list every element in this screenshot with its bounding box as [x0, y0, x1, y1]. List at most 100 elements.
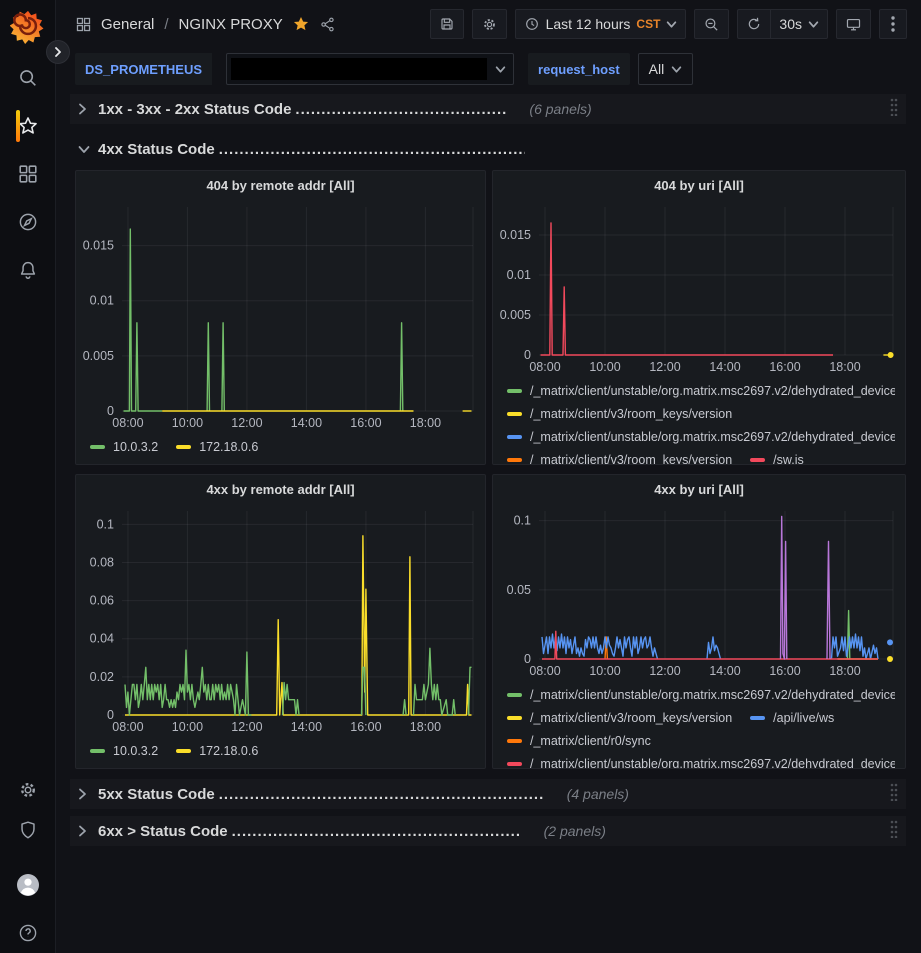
- time-picker-button[interactable]: Last 12 hours CST: [515, 9, 687, 39]
- legend-label: /_matrix/client/unstable/org.matrix.msc2…: [530, 384, 895, 398]
- sidebar-item-alerting[interactable]: [0, 250, 56, 290]
- row-panel-count: (4 panels): [567, 786, 629, 802]
- legend-item[interactable]: /_matrix/client/unstable/org.matrix.msc2…: [507, 430, 895, 444]
- time-series-chart[interactable]: 00.0050.010.01508:0010:0012:0014:0016:00…: [76, 199, 485, 433]
- sidebar-item-dashboards[interactable]: [0, 154, 56, 194]
- legend-item[interactable]: 10.0.3.2: [90, 440, 158, 454]
- legend-item[interactable]: 172.18.0.6: [176, 440, 258, 454]
- breadcrumb: General / NGINX PROXY: [75, 15, 336, 33]
- timezone-label: CST: [636, 17, 660, 31]
- svg-text:0.01: 0.01: [507, 268, 531, 282]
- refresh-interval-dropdown[interactable]: 30s: [770, 9, 828, 39]
- time-range-label: Last 12 hours: [546, 16, 631, 32]
- request-host-value: All: [649, 61, 665, 77]
- sidebar-item-explore[interactable]: [0, 202, 56, 242]
- kebab-menu-button[interactable]: [879, 9, 907, 39]
- legend-item[interactable]: /_matrix/client/unstable/org.matrix.msc2…: [507, 688, 895, 702]
- row-5xx[interactable]: 5xx Status Code ........................…: [70, 779, 906, 809]
- row-title-dots: ........................................…: [219, 786, 545, 803]
- panel-title[interactable]: 4xx by uri [All]: [493, 475, 905, 503]
- svg-text:0.1: 0.1: [514, 514, 531, 528]
- legend-item[interactable]: /_matrix/client/unstable/org.matrix.msc2…: [507, 384, 895, 398]
- gear-icon: [481, 16, 498, 33]
- legend-swatch: [176, 445, 191, 449]
- legend-label: /_matrix/client/unstable/org.matrix.msc2…: [530, 430, 895, 444]
- grafana-dashboard: General / NGINX PROXY Last 12 hours CST: [0, 0, 921, 953]
- grafana-logo[interactable]: [10, 8, 46, 44]
- legend-swatch: [507, 412, 522, 416]
- sidebar-item-server-admin[interactable]: [0, 810, 56, 850]
- svg-text:10:00: 10:00: [172, 720, 203, 734]
- row-panel-count: (2 panels): [544, 823, 606, 839]
- row-drag-handle[interactable]: [890, 783, 898, 806]
- legend-item[interactable]: /_matrix/client/v3/room_keys/version: [507, 711, 732, 725]
- svg-text:0.015: 0.015: [500, 228, 531, 242]
- share-icon[interactable]: [319, 16, 336, 33]
- legend-label: /_matrix/client/v3/room_keys/version: [530, 711, 732, 725]
- datasource-picker[interactable]: [226, 53, 514, 85]
- row-title-dots: ........................................…: [219, 141, 525, 158]
- tv-mode-button[interactable]: [836, 9, 871, 39]
- legend-label: /_matrix/client/unstable/org.matrix.msc2…: [530, 688, 895, 702]
- legend-label: /_matrix/client/r0/sync: [530, 734, 651, 748]
- svg-text:08:00: 08:00: [529, 664, 560, 678]
- legend-label: /_matrix/client/unstable/org.matrix.msc2…: [530, 757, 895, 770]
- row-drag-handle[interactable]: [890, 98, 898, 121]
- chevron-right-icon: [78, 788, 94, 800]
- sidebar-expand-button[interactable]: [46, 40, 70, 64]
- legend-item[interactable]: /_matrix/client/unstable/org.matrix.msc2…: [507, 757, 895, 770]
- legend-item[interactable]: /_matrix/client/v3/room_keys/version: [507, 453, 732, 466]
- time-series-chart[interactable]: 00.050.108:0010:0012:0014:0016:0018:00: [493, 503, 905, 681]
- panel-title[interactable]: 404 by uri [All]: [493, 171, 905, 199]
- legend-item[interactable]: /sw.js: [750, 453, 804, 466]
- dashboard-grid-icon: [75, 16, 92, 33]
- breadcrumb-section[interactable]: General: [101, 16, 154, 33]
- svg-text:12:00: 12:00: [649, 664, 680, 678]
- legend-item[interactable]: /api/live/ws: [750, 711, 834, 725]
- zoom-out-time-button[interactable]: [694, 9, 729, 39]
- legend-item[interactable]: /_matrix/client/v3/room_keys/version: [507, 407, 732, 421]
- row-drag-handle[interactable]: [890, 820, 898, 843]
- row-6xx[interactable]: 6xx > Status Code ......................…: [70, 816, 906, 846]
- panel-title[interactable]: 4xx by remote addr [All]: [76, 475, 485, 503]
- time-series-chart[interactable]: 00.0050.010.01508:0010:0012:0014:0016:00…: [493, 199, 905, 377]
- request-host-dropdown[interactable]: All: [638, 53, 694, 85]
- legend-item[interactable]: 10.0.3.2: [90, 744, 158, 758]
- row-title: 1xx - 3xx - 2xx Status Code: [98, 101, 291, 118]
- svg-text:16:00: 16:00: [350, 416, 381, 430]
- row-1xx-3xx-2xx[interactable]: 1xx - 3xx - 2xx Status Code ............…: [70, 94, 906, 124]
- svg-text:10:00: 10:00: [172, 416, 203, 430]
- clock-icon: [524, 16, 540, 32]
- row-title-dots: ........................................…: [295, 101, 507, 118]
- save-dashboard-button[interactable]: [430, 9, 464, 39]
- svg-text:16:00: 16:00: [769, 664, 800, 678]
- svg-text:0.015: 0.015: [83, 239, 114, 253]
- legend-swatch: [507, 716, 522, 720]
- dashboard-canvas: 1xx - 3xx - 2xx Status Code ............…: [56, 90, 921, 953]
- legend-item[interactable]: /_matrix/client/r0/sync: [507, 734, 651, 748]
- legend-item[interactable]: 172.18.0.6: [176, 744, 258, 758]
- svg-text:10:00: 10:00: [589, 360, 620, 374]
- help-icon[interactable]: [0, 913, 56, 953]
- svg-text:0.005: 0.005: [500, 308, 531, 322]
- zoom-out-icon: [703, 16, 720, 33]
- svg-text:0.08: 0.08: [90, 555, 114, 569]
- refresh-button[interactable]: [737, 9, 770, 39]
- refresh-icon: [746, 16, 762, 32]
- search-icon[interactable]: [0, 58, 56, 98]
- star-icon[interactable]: [292, 15, 310, 33]
- legend-label: /_matrix/client/v3/room_keys/version: [530, 453, 732, 466]
- legend-row: /_matrix/client/unstable/org.matrix.msc2…: [507, 683, 895, 706]
- sidebar-item-configuration[interactable]: [0, 770, 56, 810]
- legend-row: /_matrix/client/unstable/org.matrix.msc2…: [507, 425, 895, 448]
- time-series-chart[interactable]: 00.020.040.060.080.108:0010:0012:0014:00…: [76, 503, 485, 737]
- row-4xx[interactable]: 4xx Status Code ........................…: [70, 134, 906, 164]
- legend-row: /_matrix/client/v3/room_keys/version/api…: [507, 706, 895, 729]
- dashboard-settings-button[interactable]: [472, 9, 507, 39]
- legend-swatch: [507, 389, 522, 393]
- panel-title[interactable]: 404 by remote addr [All]: [76, 171, 485, 199]
- legend-row: /_matrix/client/unstable/org.matrix.msc2…: [507, 379, 895, 402]
- sidebar-item-starred[interactable]: [0, 106, 56, 146]
- dashboard-title[interactable]: NGINX PROXY: [179, 16, 283, 33]
- avatar[interactable]: [0, 865, 56, 905]
